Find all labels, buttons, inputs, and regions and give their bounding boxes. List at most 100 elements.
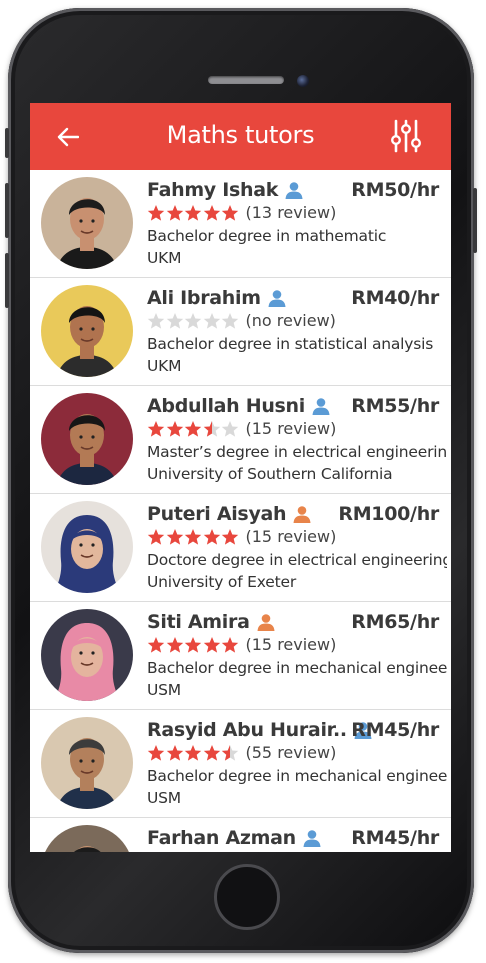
tutor-name-text: Farhan Azman <box>147 827 296 849</box>
star-icon <box>184 636 202 653</box>
star-icon <box>184 312 202 329</box>
tutor-university: University of Southern California <box>147 465 393 483</box>
review-count: (13 review) <box>245 203 337 222</box>
home-button[interactable] <box>214 864 280 930</box>
review-count: (15 review) <box>245 527 337 546</box>
avatar[interactable] <box>41 501 133 593</box>
star-icon <box>221 636 239 653</box>
tutor-degree: Bachelor degree in mechanical engineeri.… <box>147 659 447 677</box>
star-icon <box>203 636 220 653</box>
star-icon <box>166 312 183 329</box>
front-camera <box>297 75 309 87</box>
tutor-rating: (15 review) <box>147 419 336 438</box>
tutor-university: USM <box>147 681 181 699</box>
star-rating <box>147 528 240 546</box>
tutor-name: Ali Ibrahim <box>147 287 287 309</box>
avatar[interactable] <box>41 717 133 809</box>
tutor-row[interactable]: Ali Ibrahim RM40/hr (no review) Bachelor… <box>30 278 451 386</box>
star-icon <box>147 744 165 761</box>
tutor-name-text: Puteri Aisyah <box>147 503 287 525</box>
star-rating <box>147 420 240 438</box>
tutor-price: RM65/hr <box>351 611 439 633</box>
filter-button[interactable] <box>389 118 423 154</box>
tutor-degree: Master’s degree in electrical engineerin… <box>147 443 447 461</box>
star-icon <box>203 204 220 221</box>
tutor-university: UKM <box>147 249 182 267</box>
tutor-name: Abdullah Husni <box>147 395 331 417</box>
star-icon <box>184 420 202 437</box>
tutor-price: RM55/hr <box>351 395 439 417</box>
star-icon <box>221 204 239 221</box>
avatar-image <box>41 717 133 809</box>
avatar-image <box>41 177 133 269</box>
tutor-row[interactable]: Siti Amira RM65/hr (15 review) Bachelor … <box>30 602 451 710</box>
tutor-row[interactable]: Puteri Aisyah RM100/hr (15 review) Docto… <box>30 494 451 602</box>
tutor-row[interactable]: Fahmy Ishak RM50/hr (13 review) Bachelor… <box>30 170 451 278</box>
star-icon <box>166 744 183 761</box>
tutor-row[interactable]: Abdullah Husni RM55/hr (15 review) Maste… <box>30 386 451 494</box>
tutor-name-text: Fahmy Ishak <box>147 179 279 201</box>
sliders-icon <box>391 119 422 153</box>
volume-up-button <box>5 183 9 238</box>
star-icon <box>203 528 220 545</box>
power-button <box>473 188 477 253</box>
tutor-degree: Bachelor degree in mathematic <box>147 227 387 245</box>
avatar[interactable] <box>41 177 133 269</box>
tutor-rating: (15 review) <box>147 635 336 654</box>
tutor-degree: Doctore degree in electrical engineering <box>147 551 447 569</box>
avatar-image <box>41 285 133 377</box>
tutor-name-text: Ali Ibrahim <box>147 287 261 309</box>
tutor-price: RM40/hr <box>351 287 439 309</box>
tutor-university: University of Exeter <box>147 573 296 591</box>
star-icon <box>166 420 183 437</box>
tutor-price: RM45/hr <box>351 827 439 849</box>
review-count: (15 review) <box>245 419 337 438</box>
person-icon <box>257 614 275 631</box>
person-icon <box>312 398 330 415</box>
star-icon <box>166 528 183 545</box>
star-icon <box>221 312 239 329</box>
star-rating <box>147 204 240 222</box>
star-icon <box>184 204 202 221</box>
tutor-price: RM50/hr <box>351 179 439 201</box>
star-rating <box>147 312 240 330</box>
person-icon <box>285 182 303 199</box>
star-icon <box>166 204 183 221</box>
star-icon <box>221 528 239 545</box>
tutor-list: Fahmy Ishak RM50/hr (13 review) Bachelor… <box>30 170 451 852</box>
tutor-name-text: Siti Amira <box>147 611 250 633</box>
review-count: (15 review) <box>245 635 337 654</box>
star-icon <box>203 420 220 437</box>
app-bar: Maths tutors <box>30 103 451 170</box>
tutor-price: RM100/hr <box>338 503 439 525</box>
star-icon <box>147 420 165 437</box>
page-title: Maths tutors <box>166 121 315 149</box>
tutor-university: USM <box>147 789 181 807</box>
tutor-name-text: Rasyid Abu Hurair.. <box>147 719 347 741</box>
earpiece-speaker <box>208 76 284 84</box>
avatar-image <box>41 501 133 593</box>
star-icon <box>203 744 220 761</box>
tutor-rating: (no review) <box>147 311 336 330</box>
avatar-image <box>41 609 133 701</box>
review-count: (55 review) <box>245 743 337 762</box>
star-icon <box>184 528 202 545</box>
tutor-name-text: Abdullah Husni <box>147 395 305 417</box>
star-icon <box>147 528 165 545</box>
star-icon <box>147 204 165 221</box>
tutor-university: UKM <box>147 357 182 375</box>
tutor-row[interactable]: Farhan Azman RM45/hr <box>30 818 451 852</box>
person-icon <box>268 290 286 307</box>
avatar[interactable] <box>41 825 133 852</box>
silent-switch <box>5 128 9 158</box>
avatar[interactable] <box>41 393 133 485</box>
avatar-image <box>41 393 133 485</box>
volume-down-button <box>5 253 9 308</box>
star-icon <box>221 744 239 761</box>
tutor-name: Rasyid Abu Hurair.. <box>147 719 373 741</box>
star-icon <box>184 744 202 761</box>
avatar[interactable] <box>41 609 133 701</box>
tutor-row[interactable]: Rasyid Abu Hurair.. RM45/hr (55 review) … <box>30 710 451 818</box>
app-screen: Maths tutors Fahmy Ishak RM50/hr (13 rev… <box>30 103 451 852</box>
avatar[interactable] <box>41 285 133 377</box>
